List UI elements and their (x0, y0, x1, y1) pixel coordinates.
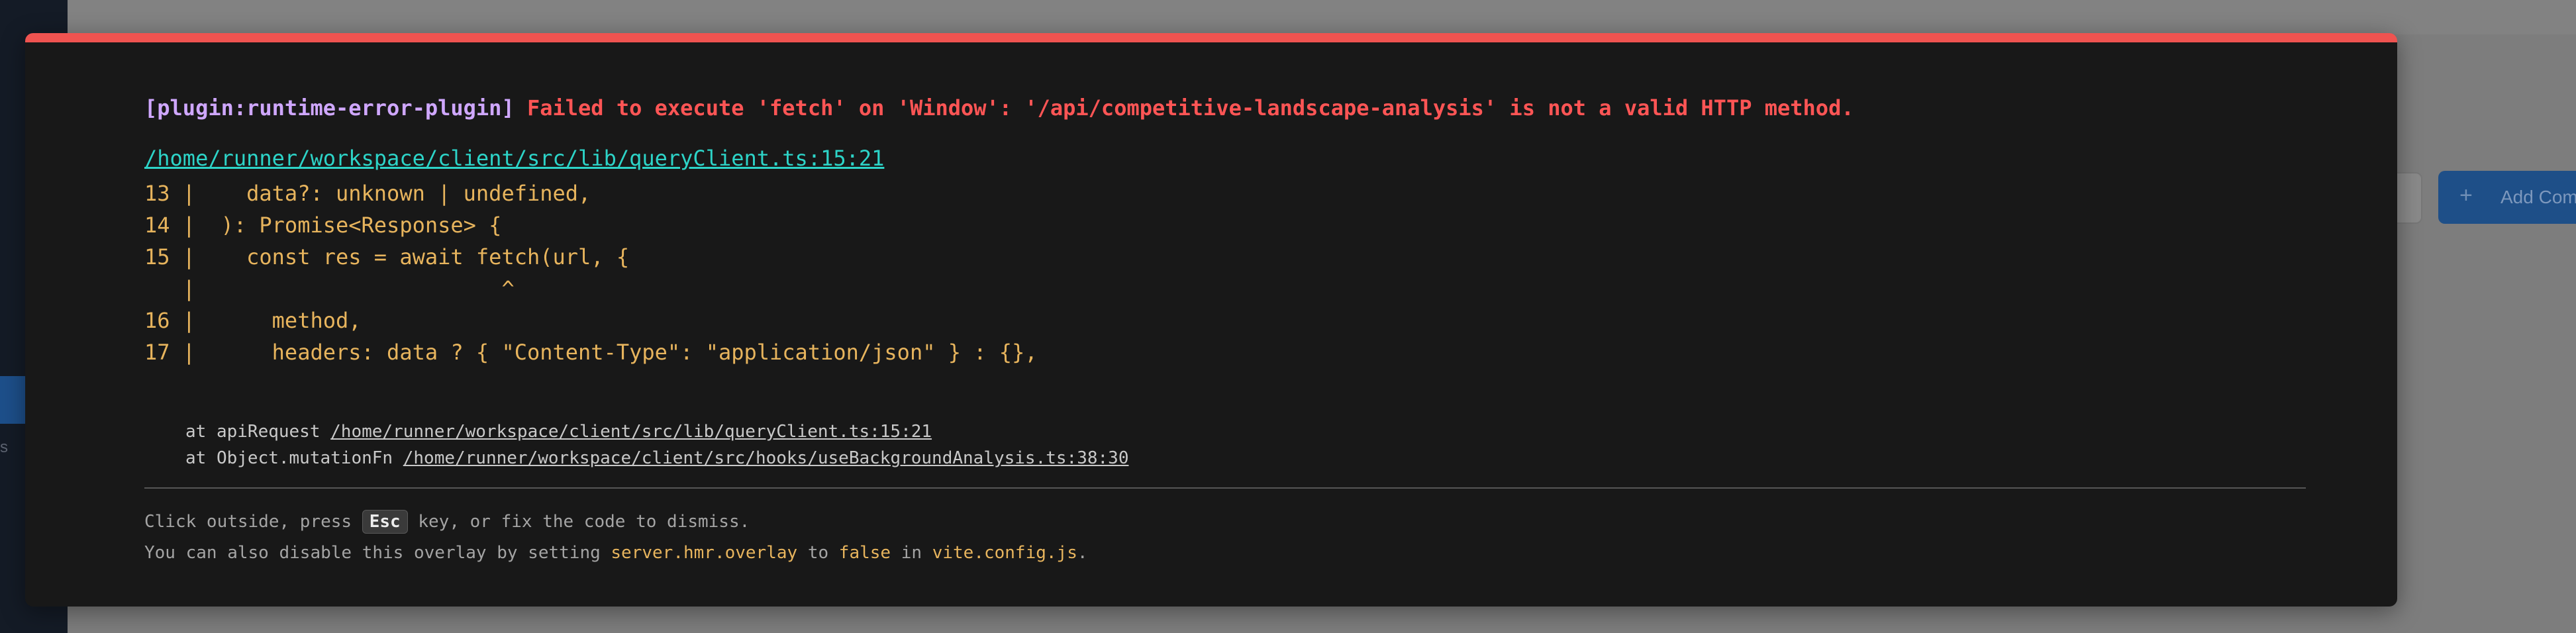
background-header (68, 0, 2576, 34)
tip-text: in (891, 543, 932, 563)
code-line: 15 | const res = await fetch(url, { (144, 244, 630, 269)
add-button[interactable]: + Add Com (2438, 171, 2576, 224)
error-file-link[interactable]: /home/runner/workspace/client/src/lib/qu… (144, 146, 884, 171)
error-plugin: [plugin:runtime-error-plugin] (144, 95, 515, 121)
divider (144, 487, 2306, 489)
error-text: Failed to execute 'fetch' on 'Window': '… (526, 95, 1854, 121)
code-line: 17 | headers: data ? { "Content-Type": "… (144, 340, 1038, 365)
setting-value: false (838, 543, 891, 563)
disable-tip: You can also disable this overlay by set… (144, 543, 1088, 563)
stack-prefix: at apiRequest (185, 422, 331, 442)
tip-text: You can also disable this overlay by set… (144, 543, 611, 563)
esc-key: Esc (362, 510, 408, 534)
dismiss-tip: Click outside, press Esc key, or fix the… (144, 510, 750, 534)
tip-text: . (1077, 543, 1088, 563)
setting-name: server.hmr.overlay (611, 543, 798, 563)
code-caret-line: | ^ (144, 276, 515, 301)
tip-text: key, or fix the code to dismiss. (407, 512, 750, 532)
error-overlay[interactable]: [plugin:runtime-error-plugin] Failed to … (25, 33, 2397, 607)
tip-text: Click outside, press (144, 512, 362, 532)
stack-file-link[interactable]: /home/runner/workspace/client/src/lib/qu… (330, 422, 932, 442)
add-button-label: Add Com (2501, 187, 2576, 207)
sidebar-active-item[interactable] (0, 376, 25, 424)
stack-trace: at apiRequest /home/runner/workspace/cli… (185, 418, 1128, 471)
code-line: 14 | ): Promise<Response> { (144, 213, 502, 238)
sidebar-item-label: s (0, 438, 8, 456)
code-frame: 13 | data?: unknown | undefined, 14 | ):… (144, 177, 1038, 368)
stack-line: at apiRequest /home/runner/workspace/cli… (185, 418, 1128, 445)
stack-prefix: at Object.mutationFn (185, 448, 403, 468)
stack-file-link[interactable]: /home/runner/workspace/client/src/hooks/… (403, 448, 1129, 468)
code-line: 16 | method, (144, 308, 362, 333)
code-line: 13 | data?: unknown | undefined, (144, 181, 591, 206)
plus-icon: + (2459, 183, 2473, 208)
error-message: [plugin:runtime-error-plugin] Failed to … (144, 95, 1854, 121)
stack-line: at Object.mutationFn /home/runner/worksp… (185, 445, 1128, 471)
tip-text: to (797, 543, 839, 563)
config-file: vite.config.js (932, 543, 1077, 563)
